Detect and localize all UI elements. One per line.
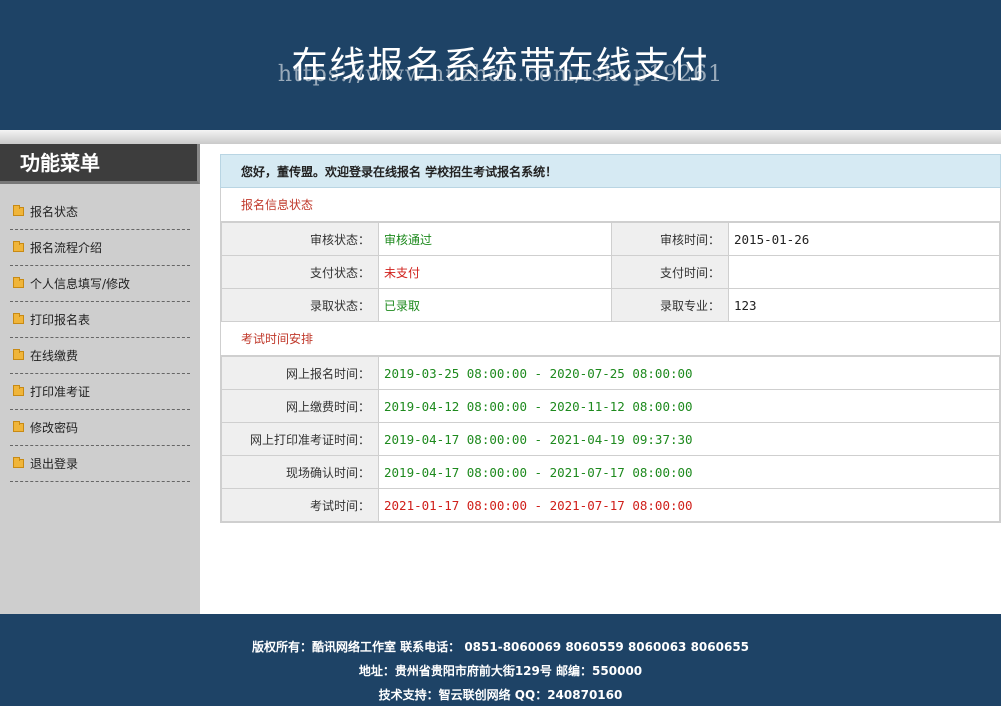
folder-icon: [13, 457, 24, 468]
onsite-confirm-time-label: 现场确认时间：: [221, 455, 379, 489]
exam-time-value: 2021-01-17 08:00:00 - 2021-07-17 08:00:0…: [378, 488, 1000, 522]
page-footer: 版权所有：酷讯网络工作室 联系电话： 0851-8060069 8060559 …: [0, 614, 1001, 706]
folder-icon: [13, 277, 24, 288]
status-section-title: 报名信息状态: [221, 188, 1000, 222]
folder-icon: [13, 421, 24, 432]
table-row: 网上打印准考证时间： 2019-04-17 08:00:00 - 2021-04…: [221, 422, 1000, 456]
menu-item-label: 个人信息填写/修改: [30, 277, 131, 291]
folder-icon: [13, 313, 24, 324]
admission-major-value: 123: [728, 288, 1000, 322]
review-time-label: 审核时间：: [611, 222, 729, 256]
menu-item-change-password[interactable]: 修改密码: [10, 410, 190, 446]
menu-item-label: 打印报名表: [30, 313, 91, 327]
online-registration-time-value: 2019-03-25 08:00:00 - 2020-07-25 08:00:0…: [378, 356, 1000, 390]
main-content: 您好，董传盟。欢迎登录在线报名 学校招生考试报名系统！ 报名信息状态 审核状态：…: [220, 154, 1001, 523]
schedule-table: 网上报名时间： 2019-03-25 08:00:00 - 2020-07-25…: [221, 356, 1000, 522]
ticket-print-time-label: 网上打印准考证时间：: [221, 422, 379, 456]
table-row: 审核状态： 审核通过 审核时间： 2015-01-26: [221, 222, 1000, 256]
menu-item-personal-info[interactable]: 个人信息填写/修改: [10, 266, 190, 302]
table-row: 网上报名时间： 2019-03-25 08:00:00 - 2020-07-25…: [221, 356, 1000, 390]
sidebar: 功能菜单 报名状态 报名流程介绍 个人信息填写/修改 打印报名表 在线缴费 打印…: [0, 144, 200, 614]
menu-item-label: 在线缴费: [30, 349, 79, 363]
menu-item-label: 修改密码: [30, 421, 79, 435]
folder-icon: [13, 349, 24, 360]
menu-item-registration-status[interactable]: 报名状态: [10, 194, 190, 230]
status-table: 审核状态： 审核通过 审核时间： 2015-01-26 支付状态： 未支付 支付…: [221, 222, 1000, 322]
online-payment-time-value: 2019-04-12 08:00:00 - 2020-11-12 08:00:0…: [378, 389, 1000, 423]
online-registration-time-label: 网上报名时间：: [221, 356, 379, 390]
table-row: 考试时间： 2021-01-17 08:00:00 - 2021-07-17 0…: [221, 488, 1000, 522]
menu-item-label: 报名状态: [30, 205, 79, 219]
onsite-confirm-time-value: 2019-04-17 08:00:00 - 2021-07-17 08:00:0…: [378, 455, 1000, 489]
menu-item-online-payment[interactable]: 在线缴费: [10, 338, 190, 374]
welcome-banner: 您好，董传盟。欢迎登录在线报名 学校招生考试报名系统！: [220, 154, 1001, 188]
review-status-label: 审核状态：: [221, 222, 379, 256]
payment-time-value: [728, 255, 1000, 289]
page-header: 在线报名系统带在线支付 https://www.huzhan.com/ishop…: [0, 0, 1001, 130]
folder-icon: [13, 385, 24, 396]
folder-icon: [13, 205, 24, 216]
menu-item-label: 退出登录: [30, 457, 79, 471]
payment-status-value: 未支付: [378, 255, 612, 289]
admission-status-value: 已录取: [378, 288, 612, 322]
info-panel: 报名信息状态 审核状态： 审核通过 审核时间： 2015-01-26 支付状态：…: [220, 188, 1001, 523]
menu-item-logout[interactable]: 退出登录: [10, 446, 190, 482]
payment-status-label: 支付状态：: [221, 255, 379, 289]
exam-time-label: 考试时间：: [221, 488, 379, 522]
menu-item-print-form[interactable]: 打印报名表: [10, 302, 190, 338]
review-time-value: 2015-01-26: [728, 222, 1000, 256]
footer-support: 技术支持：智云联创网络 QQ：240870160: [378, 688, 623, 702]
table-row: 录取状态： 已录取 录取专业： 123: [221, 288, 1000, 322]
folder-icon: [13, 241, 24, 252]
payment-time-label: 支付时间：: [611, 255, 729, 289]
menu-item-process-intro[interactable]: 报名流程介绍: [10, 230, 190, 266]
online-payment-time-label: 网上缴费时间：: [221, 389, 379, 423]
table-row: 现场确认时间： 2019-04-17 08:00:00 - 2021-07-17…: [221, 455, 1000, 489]
admission-status-label: 录取状态：: [221, 288, 379, 322]
watermark-text: https://www.huzhan.com/ishop19261: [277, 62, 724, 87]
footer-address: 地址：贵州省贵阳市府前大街129号 邮编：550000: [358, 664, 643, 678]
footer-copyright: 版权所有：酷讯网络工作室 联系电话： 0851-8060069 8060559 …: [251, 640, 750, 654]
schedule-section-title: 考试时间安排: [221, 322, 1000, 356]
header-divider: [0, 130, 1001, 144]
ticket-print-time-value: 2019-04-17 08:00:00 - 2021-04-19 09:37:3…: [378, 422, 1000, 456]
table-row: 支付状态： 未支付 支付时间：: [221, 255, 1000, 289]
menu-title: 功能菜单: [0, 144, 200, 184]
menu-item-label: 打印准考证: [30, 385, 91, 399]
menu-item-label: 报名流程介绍: [30, 241, 103, 255]
admission-major-label: 录取专业：: [611, 288, 729, 322]
table-row: 网上缴费时间： 2019-04-12 08:00:00 - 2020-11-12…: [221, 389, 1000, 423]
menu-list: 报名状态 报名流程介绍 个人信息填写/修改 打印报名表 在线缴费 打印准考证 修…: [10, 194, 190, 482]
menu-item-print-ticket[interactable]: 打印准考证: [10, 374, 190, 410]
review-status-value: 审核通过: [378, 222, 612, 256]
